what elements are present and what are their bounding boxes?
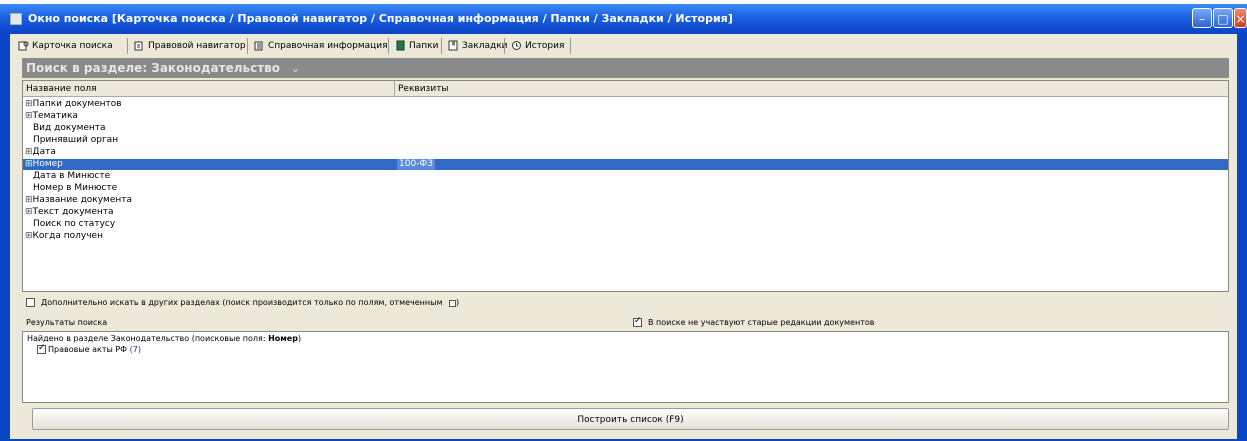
field-value[interactable]: 100-ФЗ xyxy=(397,159,435,170)
extra-search-checkbox[interactable] xyxy=(26,298,35,307)
column-header-details[interactable]: Реквизиты xyxy=(395,81,1228,97)
old-editions-checkbox[interactable] xyxy=(633,316,642,327)
expand-icon[interactable]: ⊞ xyxy=(25,159,33,169)
expand-icon[interactable]: ⊞ xyxy=(25,195,33,205)
old-editions-option[interactable]: В поиске не участвуют старые редакции до… xyxy=(633,316,875,327)
title-bar[interactable]: Окно поиска [Карточка поиска / Правовой … xyxy=(0,4,1247,34)
client-area: Карточка поиска Правовой навигатор Справ… xyxy=(10,34,1237,439)
field-name: Дата в Минюсте xyxy=(33,171,111,181)
extra-search-option[interactable]: Дополнительно искать в других разделах (… xyxy=(26,298,459,307)
old-editions-label: В поиске не участвуют старые редакции до… xyxy=(648,318,875,327)
tab-legal-navigator[interactable]: Правовой навигатор xyxy=(132,38,246,54)
expand-icon[interactable]: ⊞ xyxy=(25,207,33,217)
chevron-down-icon[interactable]: ⌄ xyxy=(290,61,300,75)
expand-icon[interactable]: ⊞ xyxy=(25,99,33,109)
results-summary-field: Номер xyxy=(268,334,298,343)
navigator-icon xyxy=(134,41,143,51)
build-list-button[interactable]: Построить список (F9) xyxy=(32,408,1229,430)
results-summary: Найдено в разделе Законодательство (поис… xyxy=(27,334,301,343)
tab-divider xyxy=(127,38,128,54)
grid-row-doc-text[interactable]: ⊞Текст документа xyxy=(23,207,1228,218)
field-name: Вид документа xyxy=(33,123,106,133)
bookmark-icon xyxy=(448,40,458,51)
maximize-button[interactable]: □ xyxy=(1213,8,1233,28)
field-name: Папки документов xyxy=(32,99,122,109)
tab-divider xyxy=(388,38,389,54)
tab-history[interactable]: История xyxy=(509,38,564,54)
grid-row-issuer[interactable]: Принявший орган xyxy=(23,135,1228,146)
results-label: Результаты поиска xyxy=(26,318,108,327)
grid-row-status[interactable]: Поиск по статусу xyxy=(23,219,1228,230)
reference-icon xyxy=(254,41,263,51)
tab-divider xyxy=(441,38,442,54)
grid-row-number[interactable]: ⊞Номер 100-ФЗ xyxy=(23,159,1228,170)
grid-row-doc-type[interactable]: Вид документа xyxy=(23,123,1228,134)
grid-row-topic[interactable]: ⊞Тематика xyxy=(23,111,1228,122)
tab-label: Карточка поиска xyxy=(32,41,113,51)
expand-icon[interactable]: ⊞ xyxy=(25,111,33,121)
field-name: Принявший орган xyxy=(33,135,119,145)
tab-label: Закладки xyxy=(462,41,508,51)
tab-search-card[interactable]: Карточка поиска xyxy=(16,38,113,54)
search-card-icon xyxy=(18,41,29,51)
field-name: Дата xyxy=(32,147,56,157)
results-summary-prefix: Найдено в разделе Законодательство (поис… xyxy=(27,334,266,343)
tab-toolbar: Карточка поиска Правовой навигатор Справ… xyxy=(10,34,1237,58)
results-item-checkbox[interactable] xyxy=(37,343,46,354)
field-name: Номер в Минюсте xyxy=(33,183,118,193)
tab-divider xyxy=(247,38,248,54)
tab-label: Справочная информация xyxy=(268,41,388,51)
results-item[interactable]: Правовые акты РФ (7) xyxy=(37,343,141,354)
results-item-label[interactable]: Правовые акты РФ xyxy=(48,345,127,354)
extra-search-label: Дополнительно искать в других разделах (… xyxy=(41,298,443,307)
field-name: Поиск по статусу xyxy=(33,219,116,229)
history-icon xyxy=(512,41,521,50)
tab-label: История xyxy=(525,41,565,51)
grid-row-minjust-date[interactable]: Дата в Минюсте xyxy=(23,171,1228,182)
tab-label: Папки xyxy=(409,41,439,51)
tab-divider xyxy=(570,38,571,54)
extra-search-suffix: ) xyxy=(456,298,460,307)
tab-bookmarks[interactable]: Закладки xyxy=(446,38,508,54)
search-fields-grid: Название поля Реквизиты ⊞Папки документо… xyxy=(22,80,1229,292)
window-title: Окно поиска [Карточка поиска / Правовой … xyxy=(28,12,733,25)
grid-row-date[interactable]: ⊞Дата xyxy=(23,147,1228,158)
column-header-field-name[interactable]: Название поля xyxy=(23,81,395,97)
expand-icon[interactable]: ⊞ xyxy=(25,147,33,157)
tab-reference-info[interactable]: Справочная информация xyxy=(252,38,388,54)
grid-row-folders[interactable]: ⊞Папки документов xyxy=(23,99,1228,110)
results-summary-suffix: ) xyxy=(297,334,302,343)
grid-row-doc-title[interactable]: ⊞Название документа xyxy=(23,195,1228,206)
section-header: Поиск в разделе: Законодательство ⌄ xyxy=(22,58,1229,78)
section-title: Поиск в разделе: Законодательство xyxy=(26,61,281,75)
field-name: Название документа xyxy=(32,195,133,205)
grid-row-received[interactable]: ⊞Когда получен xyxy=(23,231,1228,242)
results-item-count[interactable]: (7) xyxy=(130,345,141,354)
marker-checkbox-icon xyxy=(449,300,457,307)
grid-row-minjust-number[interactable]: Номер в Минюсте xyxy=(23,183,1228,194)
tab-label: Правовой навигатор xyxy=(148,41,246,51)
app-icon xyxy=(10,13,22,25)
minimize-button[interactable]: – xyxy=(1192,8,1212,28)
field-name: Когда получен xyxy=(32,231,103,241)
expand-icon[interactable]: ⊞ xyxy=(25,231,33,241)
close-button[interactable]: × xyxy=(1234,8,1247,28)
field-name: Тематика xyxy=(32,111,78,121)
folder-icon xyxy=(396,40,405,51)
search-window: Окно поиска [Карточка поиска / Правовой … xyxy=(0,4,1247,441)
field-name: Номер xyxy=(32,159,63,169)
field-name: Текст документа xyxy=(32,207,114,217)
search-results-panel: Найдено в разделе Законодательство (поис… xyxy=(22,331,1229,403)
tab-folders[interactable]: Папки xyxy=(393,38,438,54)
tab-divider xyxy=(504,38,505,54)
